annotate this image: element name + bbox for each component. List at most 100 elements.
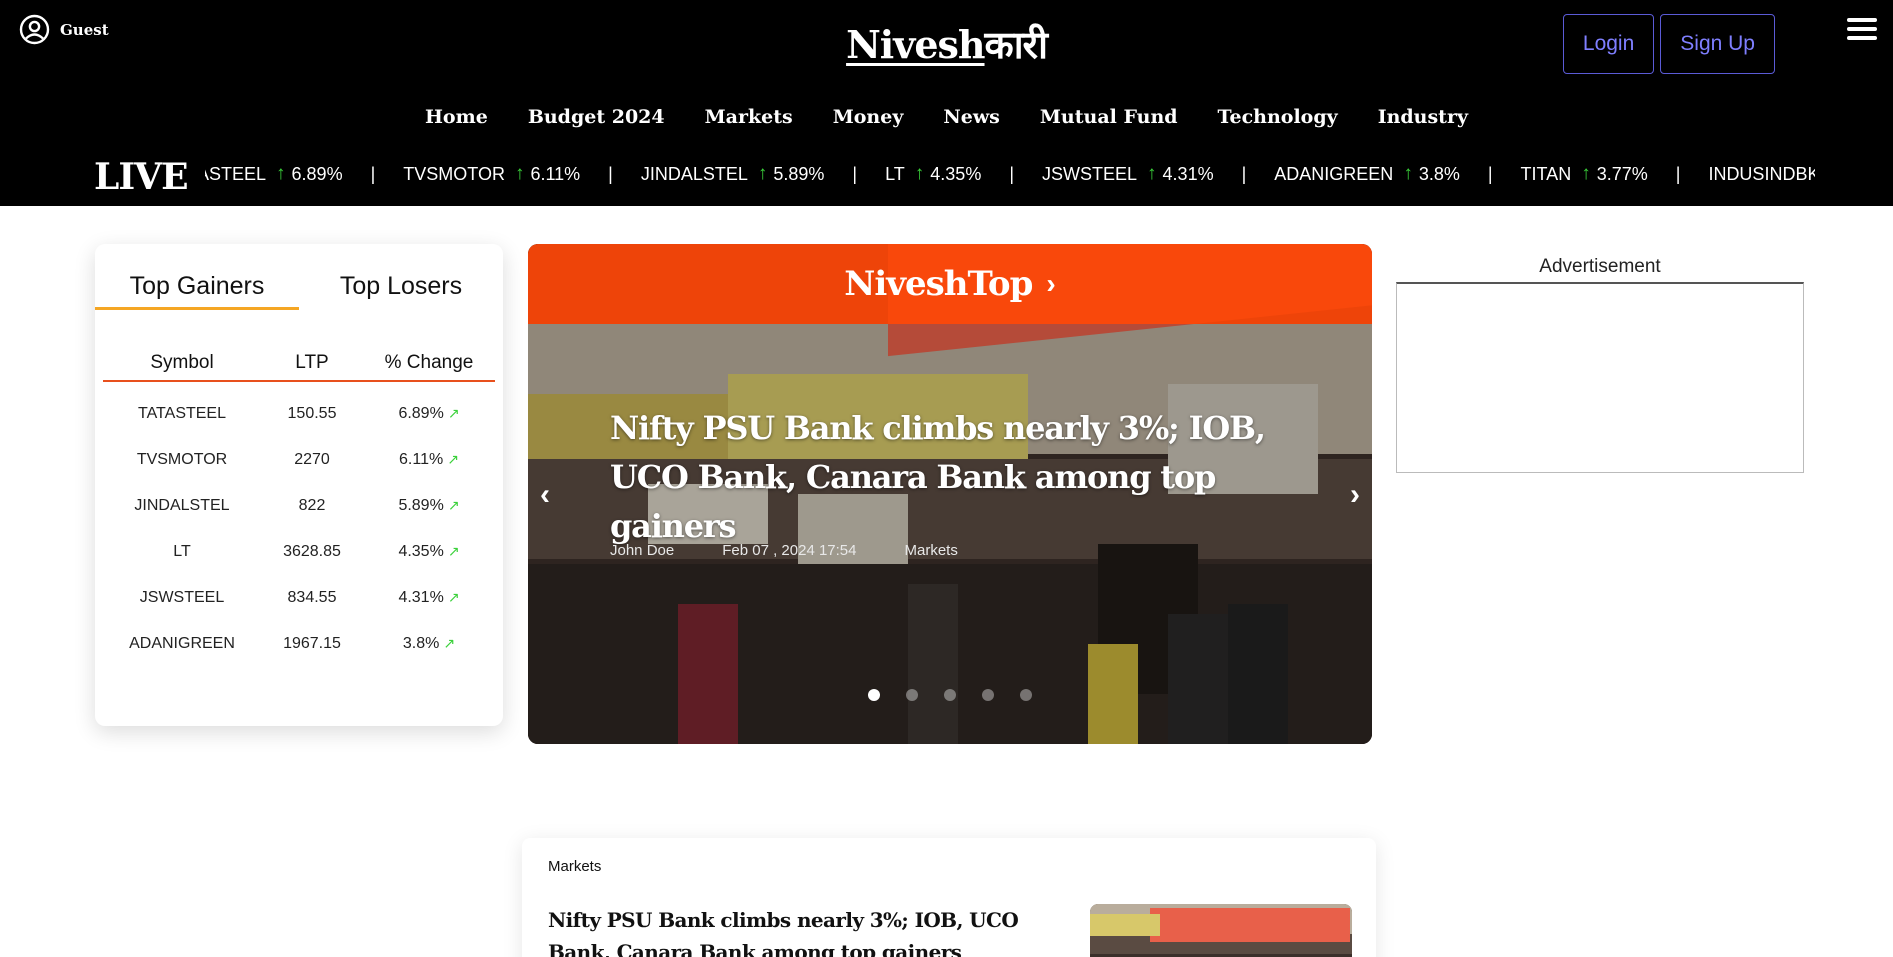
cell-ltp: 3628.85 <box>283 543 341 560</box>
advertisement-slot[interactable] <box>1396 282 1804 473</box>
table-row[interactable]: TATASTEEL 150.55 6.89% ↗ <box>103 405 495 423</box>
tab-top-losers[interactable]: Top Losers <box>299 266 503 306</box>
trending-up-icon: ↗ <box>447 405 460 421</box>
table-row[interactable]: LT 3628.85 4.35% ↗ <box>103 543 495 561</box>
ticker-separator: | <box>370 163 376 184</box>
change-value: 6.89% <box>398 405 444 422</box>
slide-author: John Doe <box>610 542 675 559</box>
change-value: 3.8% <box>402 635 440 652</box>
nav-item-money[interactable]: Money <box>833 106 904 128</box>
cell-ltp: 150.55 <box>287 405 337 422</box>
movers-tabs: Top Gainers Top Losers <box>95 266 503 310</box>
nav-item-mutual-fund[interactable]: Mutual Fund <box>1040 106 1178 128</box>
slide-date: Feb 07 , 2024 17:54 <box>722 542 857 559</box>
cell-symbol: JINDALSTEL <box>134 497 230 514</box>
carousel-dot[interactable] <box>944 689 956 701</box>
chevron-right-icon: › <box>1046 268 1056 299</box>
ticker-separator: | <box>1009 163 1015 184</box>
ticker-change: 4.35% <box>930 163 982 184</box>
ticker-separator: | <box>1487 163 1493 184</box>
logo-text-latin: Nivesh <box>846 22 985 67</box>
nav-item-markets[interactable]: Markets <box>705 106 793 128</box>
menu-icon[interactable] <box>1847 18 1877 40</box>
auth-buttons: Login Sign Up <box>1562 14 1775 74</box>
ticker-item[interactable]: ASTEEL ↑6.89% | <box>205 163 403 185</box>
column-header-symbol: Symbol <box>150 352 214 373</box>
table-row[interactable]: TVSMOTOR 2270 6.11% ↗ <box>103 451 495 469</box>
prev-slide-arrow-icon[interactable]: ‹ <box>540 478 550 512</box>
nav-item-industry[interactable]: Industry <box>1378 106 1468 128</box>
table-row[interactable]: ADANIGREEN 1967.15 3.8% ↗ <box>103 635 495 653</box>
login-button[interactable]: Login <box>1562 14 1655 74</box>
nav-item-home[interactable]: Home <box>425 106 488 128</box>
ticker-item[interactable]: TVSMOTOR ↑ 6.11% | <box>403 163 641 185</box>
ticker-item[interactable]: INDUSINDBK↑ <box>1708 163 1815 185</box>
next-slide-arrow-icon[interactable]: › <box>1350 478 1360 512</box>
cell-change: 3.8% ↗ <box>363 635 495 653</box>
ticker-separator: | <box>608 163 613 184</box>
table-row[interactable]: JSWSTEEL 834.55 4.31% ↗ <box>103 589 495 607</box>
cell-ltp: 822 <box>298 497 326 514</box>
carousel-dots <box>528 689 1372 701</box>
featured-carousel: NiveshTop › Nifty PSU Bank climbs nearly… <box>528 244 1372 744</box>
ticker-item[interactable]: JINDALSTEL ↑ 5.89% | <box>641 163 885 185</box>
up-arrow-icon: ↑ <box>757 163 768 184</box>
top-header: Guest Niveshकारी Login Sign Up Home Budg… <box>0 0 1893 206</box>
column-header-ltp: LTP <box>295 352 329 373</box>
ticker-symbol: ADANIGREEN <box>1274 163 1394 184</box>
nav-item-budget-2024[interactable]: Budget 2024 <box>528 106 665 128</box>
cell-symbol: LT <box>173 543 191 560</box>
carousel-dot[interactable] <box>906 689 918 701</box>
ticker-symbol: INDUSINDBK <box>1708 163 1815 184</box>
table-header: Symbol LTP % Change <box>103 352 495 382</box>
ticker-item[interactable]: TITAN ↑ 3.77% | <box>1521 163 1709 185</box>
cell-ltp: 2270 <box>294 451 330 468</box>
news-thumbnail[interactable] <box>1090 904 1352 957</box>
table-row[interactable]: JINDALSTEL 822 5.89% ↗ <box>103 497 495 515</box>
change-value: 4.35% <box>398 543 444 560</box>
niveshtop-section-link[interactable]: NiveshTop › <box>528 244 1372 324</box>
ticker-item[interactable]: JSWSTEEL ↑ 4.31% | <box>1042 163 1274 185</box>
up-arrow-icon: ↑ <box>514 163 525 184</box>
tab-top-gainers[interactable]: Top Gainers <box>95 266 299 310</box>
top-movers-card: Top Gainers Top Losers Symbol LTP % Chan… <box>95 244 503 726</box>
change-value: 6.11% <box>399 451 444 468</box>
cell-ltp: 1967.15 <box>283 635 341 652</box>
up-arrow-icon: ↑ <box>914 163 925 184</box>
ticker-item[interactable]: LT ↑ 4.35% | <box>885 163 1042 185</box>
nav-item-technology[interactable]: Technology <box>1218 106 1338 128</box>
cell-change: 5.89% ↗ <box>363 497 495 515</box>
cell-change: 6.89% ↗ <box>363 405 495 423</box>
cell-change: 4.31% ↗ <box>363 589 495 607</box>
ticker-item[interactable]: ADANIGREEN ↑ 3.8% | <box>1274 163 1520 185</box>
slide-meta: John Doe Feb 07 , 2024 17:54 Markets <box>610 542 958 559</box>
signup-button[interactable]: Sign Up <box>1660 14 1775 74</box>
ticker-symbol: JINDALSTEL <box>640 163 748 184</box>
carousel-dot[interactable] <box>1020 689 1032 701</box>
cell-symbol: JSWSTEEL <box>139 589 225 606</box>
carousel-dot[interactable] <box>868 689 880 701</box>
nav-item-news[interactable]: News <box>943 106 1000 128</box>
ticker-symbol: LT <box>885 163 905 184</box>
ticker-symbol: TITAN <box>1520 163 1572 184</box>
stock-ticker: ASTEEL↑6.89%| TVSMOTOR↑6.11%| JINDALSTEL… <box>205 163 1815 193</box>
up-arrow-icon: ↑ <box>1147 163 1157 184</box>
cell-change: 6.11% ↗ <box>363 451 495 469</box>
trending-up-icon: ↗ <box>447 543 460 559</box>
carousel-dot[interactable] <box>982 689 994 701</box>
ticker-symbol: JSWSTEEL <box>1042 163 1138 184</box>
ticker-symbol: TVSMOTOR <box>403 163 505 184</box>
cell-symbol: TVSMOTOR <box>136 451 228 468</box>
slide-category[interactable]: Markets <box>905 542 958 559</box>
ticker-track: ASTEEL↑6.89%| TVSMOTOR↑6.11%| JINDALSTEL… <box>205 163 1815 185</box>
news-title[interactable]: Nifty PSU Bank climbs nearly 3%; IOB, UC… <box>548 904 1068 957</box>
news-card[interactable]: Markets Nifty PSU Bank climbs nearly 3%;… <box>522 838 1376 957</box>
news-category[interactable]: Markets <box>548 858 601 875</box>
logo-text-devanagari: कारी <box>984 22 1048 67</box>
cell-change: 4.35% ↗ <box>363 543 495 561</box>
column-header-change: % Change <box>384 352 474 373</box>
ticker-change: 6.89% <box>291 163 343 184</box>
ticker-change: 5.89% <box>773 163 825 184</box>
slide-headline[interactable]: Nifty PSU Bank climbs nearly 3%; IOB, UC… <box>610 404 1290 551</box>
change-value: 4.31% <box>398 589 444 606</box>
